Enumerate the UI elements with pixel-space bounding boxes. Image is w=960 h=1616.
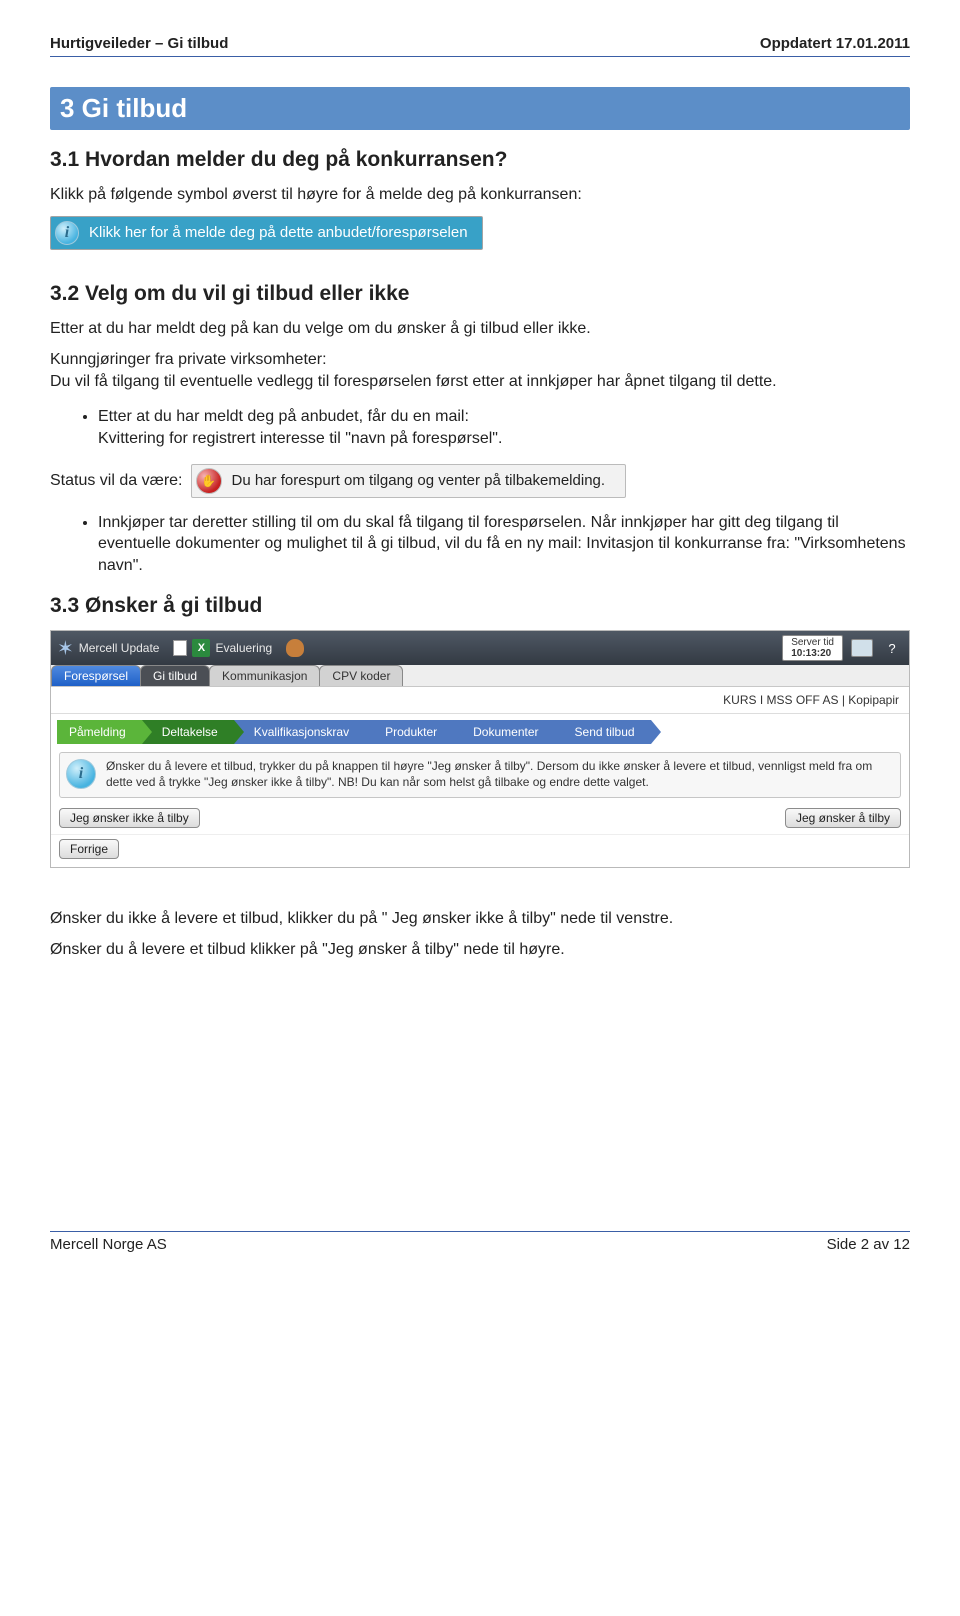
tabs: Forespørsel Gi tilbud Kommunikasjon CPV … [51, 665, 909, 687]
paragraph: Ønsker du å levere et tilbud klikker på … [50, 939, 910, 961]
info-icon: i [55, 221, 79, 245]
footer-left: Mercell Norge AS [50, 1236, 167, 1253]
help-icon[interactable]: ? [881, 637, 903, 659]
server-time: 10:13:20 [791, 648, 834, 659]
paragraph: Etter at du har meldt deg på kan du velg… [50, 318, 910, 340]
paragraph: Kunngjøringer fra private virksomheter: … [50, 349, 910, 392]
list-text: Etter at du har meldt deg på anbudet, få… [98, 408, 469, 425]
list-item: Etter at du har meldt deg på anbudet, få… [98, 406, 910, 449]
toolbar-label: Evaluering [215, 641, 272, 655]
doc-date-right: Oppdatert 17.01.2011 [760, 35, 910, 52]
printer-icon[interactable] [851, 637, 873, 659]
step-participation[interactable]: Deltakelse [142, 720, 234, 744]
section-banner: 3 Gi tilbud [50, 87, 910, 130]
heading-3-1: 3.1 Hvordan melder du deg på konkurranse… [50, 148, 910, 172]
callout-text: Klikk her for å melde deg på dette anbud… [89, 224, 468, 241]
toolbar-label: Mercell Update [79, 641, 160, 655]
step-products[interactable]: Produkter [365, 720, 453, 744]
status-text: Du har forespurt om tilgang og venter på… [232, 472, 606, 489]
decline-button[interactable]: Jeg ønsker ikke å tilby [59, 808, 200, 828]
heading-3-2: 3.2 Velg om du vil gi tilbud eller ikke [50, 282, 910, 306]
list-text: Kvittering for registrert interesse til … [98, 430, 502, 447]
info-text: Ønsker du å levere et tilbud, trykker du… [106, 759, 894, 790]
info-box: i Ønsker du å levere et tilbud, trykker … [59, 752, 901, 797]
accept-button[interactable]: Jeg ønsker å tilby [785, 808, 901, 828]
server-label: Server tid [791, 637, 834, 648]
step-documents[interactable]: Dokumenter [453, 720, 554, 744]
paper-icon [173, 640, 187, 656]
excel-icon: X [192, 639, 210, 657]
toolbar-user[interactable] [286, 639, 304, 657]
step-registration[interactable]: Påmelding [57, 720, 142, 744]
tab-comm[interactable]: Kommunikasjon [209, 665, 320, 686]
stop-icon: ✋ [196, 468, 222, 494]
toolbar: ✶ Mercell Update X Evaluering Server tid… [51, 631, 909, 665]
status-callout: ✋ Du har forespurt om tilgang og venter … [191, 464, 627, 498]
info-icon: i [66, 759, 96, 789]
tab-request[interactable]: Forespørsel [51, 665, 141, 686]
star-icon: ✶ [57, 636, 74, 661]
paragraph: Klikk på følgende symbol øverst til høyr… [50, 184, 910, 206]
step-qualification[interactable]: Kvalifikasjonskrav [234, 720, 365, 744]
prev-button[interactable]: Forrige [59, 839, 119, 859]
list-item: Innkjøper tar deretter stilling til om d… [98, 512, 910, 577]
step-send[interactable]: Send tilbud [555, 720, 651, 744]
heading-3-3: 3.3 Ønsker å gi tilbud [50, 594, 910, 618]
doc-title-left: Hurtigveileder – Gi tilbud [50, 35, 228, 52]
app-panel: ✶ Mercell Update X Evaluering Server tid… [50, 630, 910, 867]
footer-right: Side 2 av 12 [827, 1236, 910, 1253]
status-label: Status vil da være: [50, 472, 183, 490]
path-text: KURS I MSS OFF AS | Kopipapir [723, 693, 899, 707]
toolbar-update[interactable]: ✶ Mercell Update [57, 636, 159, 661]
person-icon [286, 639, 304, 657]
server-time-box: Server tid 10:13:20 [782, 635, 843, 661]
tab-give-bid[interactable]: Gi tilbud [140, 665, 210, 686]
tab-cpv[interactable]: CPV koder [319, 665, 403, 686]
paragraph: Ønsker du ikke å levere et tilbud, klikk… [50, 908, 910, 930]
toolbar-eval[interactable]: X Evaluering [173, 639, 272, 657]
callout-register[interactable]: i Klikk her for å melde deg på dette anb… [50, 216, 483, 250]
step-chevrons: Påmelding Deltakelse Kvalifikasjonskrav … [51, 714, 909, 748]
breadcrumb-path: KURS I MSS OFF AS | Kopipapir /* bold la… [51, 687, 909, 714]
